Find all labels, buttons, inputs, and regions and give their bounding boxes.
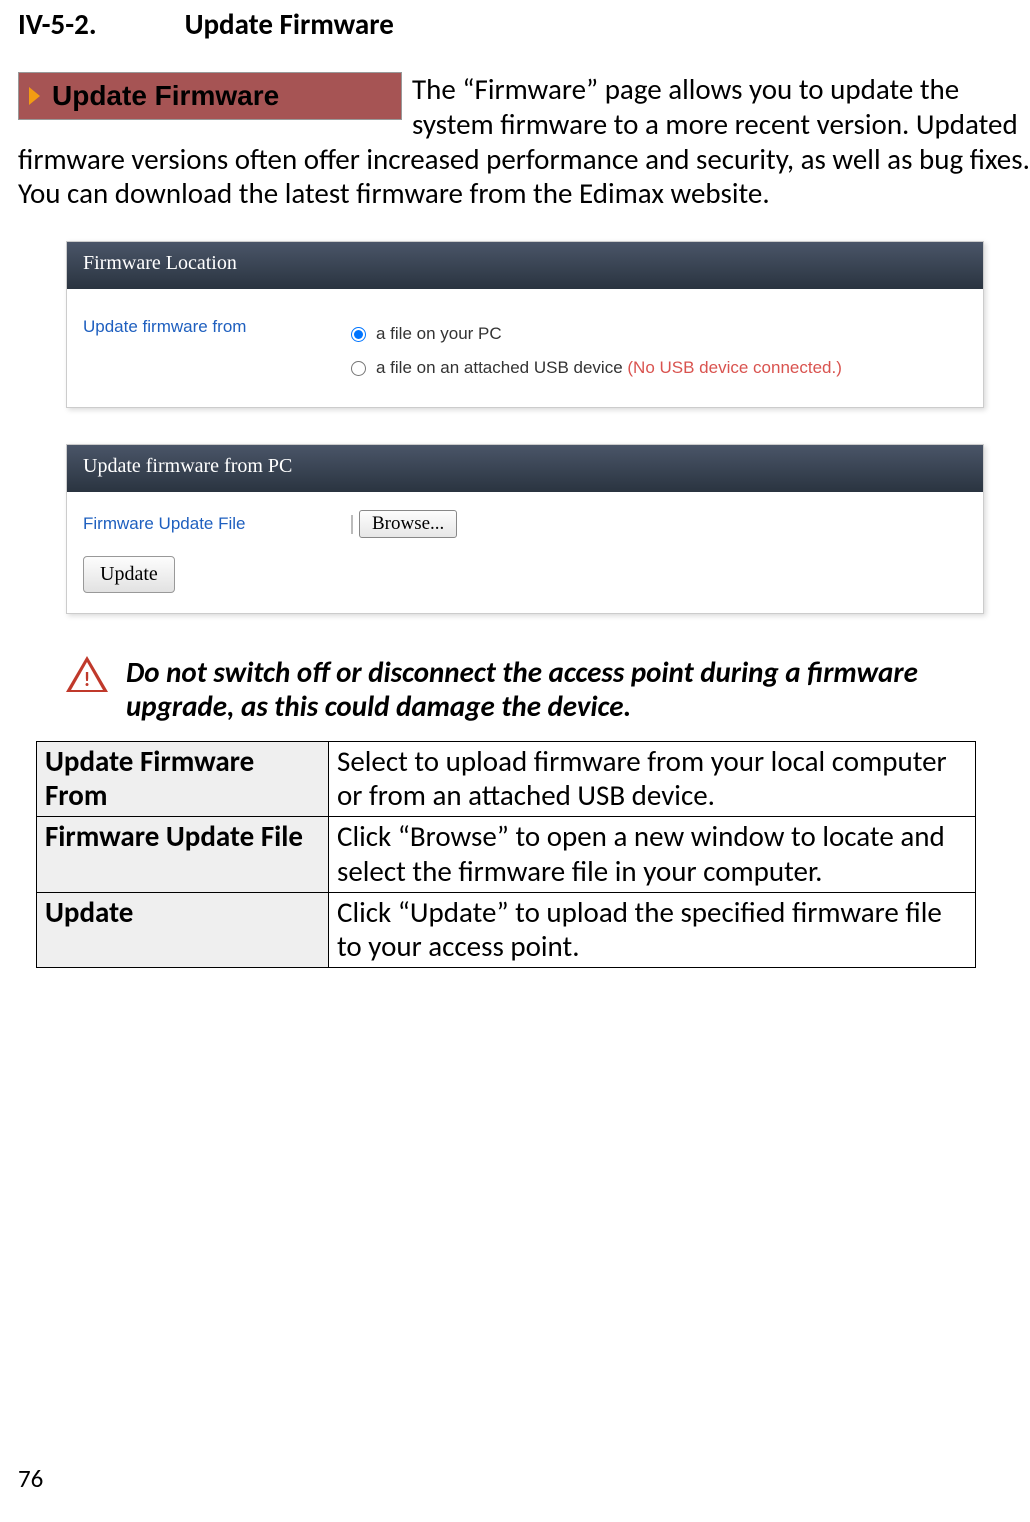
radio-pc-file[interactable] bbox=[351, 327, 366, 342]
section-title-text: Update Firmware bbox=[185, 6, 394, 42]
panel-header: Firmware Location bbox=[67, 242, 983, 289]
warning-triangle-icon: ! bbox=[66, 656, 108, 694]
warning-callout: ! Do not switch off or disconnect the ac… bbox=[66, 656, 1030, 723]
update-from-pc-panel: Update firmware from PC Firmware Update … bbox=[66, 444, 984, 614]
table-row: Update Click “Update” to upload the spec… bbox=[37, 892, 976, 967]
update-firmware-banner: Update Firmware bbox=[18, 72, 402, 120]
update-button[interactable]: Update bbox=[83, 556, 175, 593]
table-val: Click “Browse” to open a new window to l… bbox=[329, 817, 976, 892]
page-number: 76 bbox=[18, 1463, 43, 1494]
firmware-file-label: Firmware Update File bbox=[83, 514, 351, 534]
panel-header: Update firmware from PC bbox=[67, 445, 983, 492]
option-pc-file[interactable]: a file on your PC bbox=[351, 317, 967, 351]
table-val: Select to upload firmware from your loca… bbox=[329, 741, 976, 816]
usb-warning-text: (No USB device connected.) bbox=[627, 358, 842, 377]
firmware-file-input[interactable] bbox=[351, 515, 353, 534]
section-heading: IV-5-2. Update Firmware bbox=[18, 6, 1030, 42]
update-from-label: Update firmware from bbox=[83, 317, 351, 337]
section-number: IV-5-2. bbox=[18, 6, 178, 42]
banner-label: Update Firmware bbox=[52, 80, 279, 112]
option-usb-file[interactable]: a file on an attached USB device (No USB… bbox=[351, 351, 967, 385]
description-table: Update Firmware From Select to upload fi… bbox=[36, 741, 976, 968]
warning-text: Do not switch off or disconnect the acce… bbox=[126, 656, 996, 723]
table-key: Update Firmware From bbox=[37, 741, 329, 816]
table-row: Firmware Update File Click “Browse” to o… bbox=[37, 817, 976, 892]
chevron-right-icon bbox=[29, 87, 40, 105]
browse-button[interactable]: Browse... bbox=[359, 510, 457, 538]
firmware-location-panel: Firmware Location Update firmware from a… bbox=[66, 241, 984, 408]
table-key: Update bbox=[37, 892, 329, 967]
radio-usb-file[interactable] bbox=[351, 361, 366, 376]
table-row: Update Firmware From Select to upload fi… bbox=[37, 741, 976, 816]
table-key: Firmware Update File bbox=[37, 817, 329, 892]
table-val: Click “Update” to upload the specified f… bbox=[329, 892, 976, 967]
option-pc-file-label: a file on your PC bbox=[376, 317, 502, 351]
option-usb-file-label: a file on an attached USB device bbox=[376, 358, 627, 377]
